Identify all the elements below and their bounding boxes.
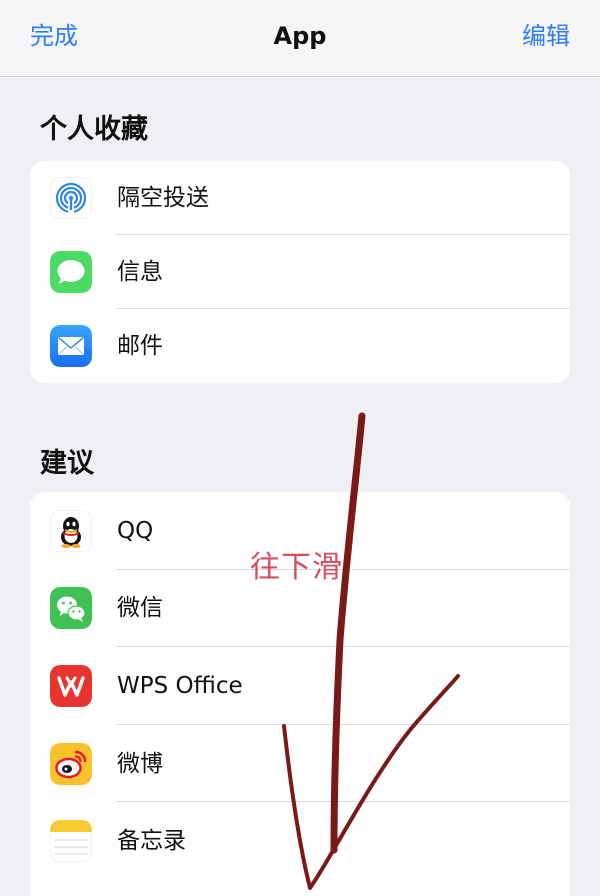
weibo-icon [50,742,92,785]
list-item-mail[interactable]: 邮件 [30,309,570,383]
qq-icon [50,509,92,552]
edit-button[interactable]: 编辑 [522,18,570,54]
share-sheet-app-list: 完成 App 编辑 个人收藏 隔空投送 信息 邮件 建议 QQ 微信 WPS O… [0,0,600,896]
notes-icon [50,820,92,863]
wps-office-icon [50,664,92,707]
navigation-bar: 完成 App 编辑 [0,0,600,77]
list-item-wps-office[interactable]: WPS Office [30,647,570,725]
list-item-label: WPS Office [117,672,243,699]
messages-icon [50,251,92,293]
list-item-label: 信息 [117,259,163,285]
list-item-messages[interactable]: 信息 [30,235,570,309]
scroll-down-annotation: 往下滑 [250,550,343,585]
favorites-list: 隔空投送 信息 邮件 [30,161,570,383]
list-item-weibo[interactable]: 微博 [30,725,570,803]
list-item-notes[interactable]: 备忘录 [30,802,570,880]
list-item-label: 隔空投送 [117,185,209,211]
list-item-airdrop[interactable]: 隔空投送 [30,161,570,235]
list-item-label: 备忘录 [117,828,186,855]
list-item-label: QQ [117,517,154,544]
page-title: App [273,22,327,50]
mail-icon [50,325,92,367]
favorites-section-title: 个人收藏 [40,114,148,145]
list-item-label: 微博 [117,750,163,777]
list-item-label: 微信 [117,595,163,622]
wechat-icon [50,587,92,630]
list-item-label: 邮件 [117,333,163,359]
airdrop-icon [50,177,92,219]
suggestions-section-title: 建议 [40,448,94,479]
